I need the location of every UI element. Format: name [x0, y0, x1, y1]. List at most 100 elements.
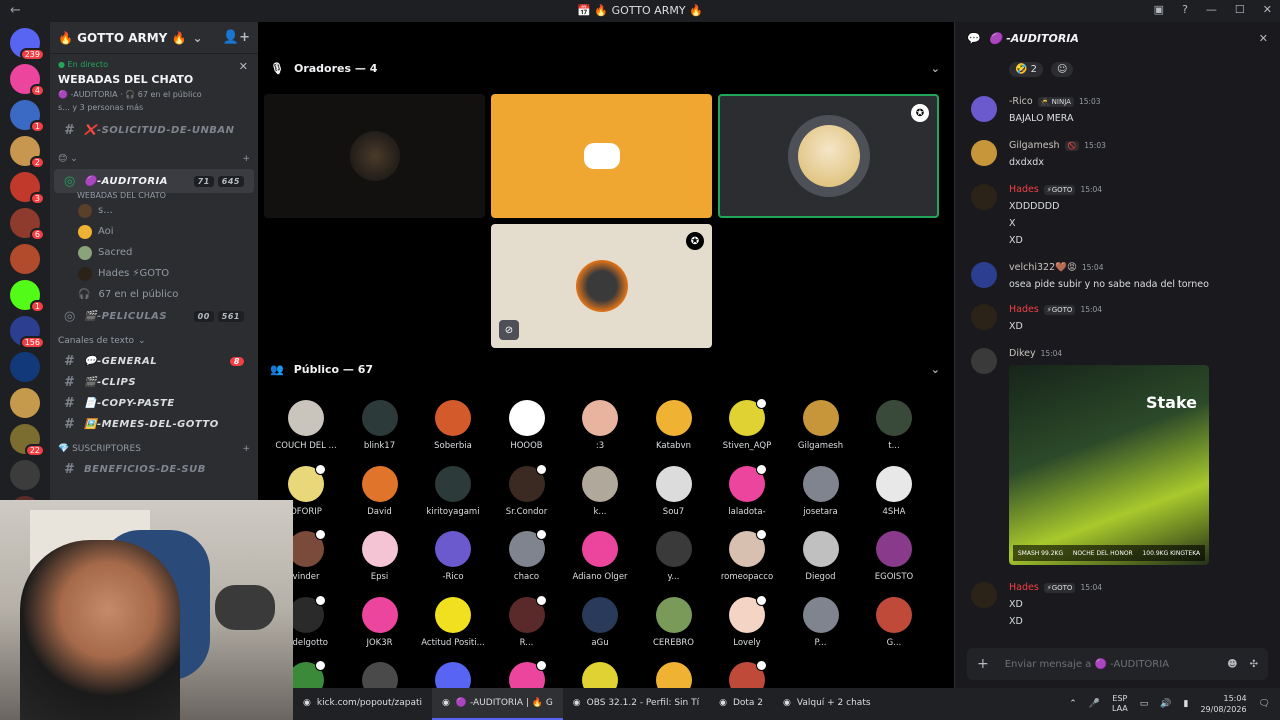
server-icon[interactable]: 2	[10, 136, 45, 169]
audience-member[interactable]	[416, 662, 490, 688]
server-icon[interactable]: 1	[10, 100, 45, 133]
audience-member[interactable]: k...	[563, 465, 637, 517]
server-icon[interactable]: 3	[10, 172, 45, 205]
audience-member[interactable]: josetara	[784, 465, 858, 517]
audience-member[interactable]	[710, 660, 784, 688]
close-button[interactable]: ✕	[1263, 3, 1272, 16]
chevron-down-icon[interactable]: ⌄	[931, 62, 940, 75]
author-avatar[interactable]	[971, 348, 997, 374]
category-subscribers[interactable]: 💎 SUSCRIPTORES +	[50, 440, 258, 458]
speaker-tile-active[interactable]: ✪	[718, 94, 939, 218]
speaker-tile[interactable]	[264, 94, 485, 218]
message-composer[interactable]: + Enviar mensaje a 🟣 -AUDITORIA ☻ ✣	[967, 648, 1268, 680]
category-emoji[interactable]: 😊 ⌄ +	[50, 150, 258, 168]
server-icon[interactable]	[10, 388, 40, 418]
speaker-tile[interactable]: ✪ ⊘	[491, 224, 712, 348]
audience-member[interactable]: aGu	[563, 596, 637, 648]
audience-member[interactable]: Gilgamesh	[784, 400, 858, 451]
audience-member[interactable]: laladota-	[710, 463, 784, 517]
text-channel[interactable]: # 🎬-CLIPS	[54, 372, 254, 392]
speakers-header[interactable]: 🎙 Oradores — 4 ⌄	[270, 62, 940, 75]
author-avatar[interactable]	[971, 96, 997, 122]
audience-member[interactable]	[343, 662, 417, 688]
audience-member[interactable]: COUCH DEL ...	[269, 400, 343, 451]
audience-header[interactable]: 👥 Público — 67 ⌄	[270, 363, 940, 376]
server-icon[interactable]: 4	[10, 64, 45, 97]
taskbar-item[interactable]: ◉ Dota 2	[709, 688, 773, 720]
author-name[interactable]: -Rico	[1009, 96, 1033, 107]
audience-member[interactable]: Soberbia	[416, 400, 490, 451]
audience-count[interactable]: 🎧 67 en el público	[50, 284, 258, 305]
audience-member[interactable]: Actitud Positi...	[416, 596, 490, 648]
taskbar-item[interactable]: ◉ OBS 32.1.2 - Perfil: Sin Tí	[563, 688, 709, 720]
battery-icon[interactable]: ▮	[1184, 699, 1189, 709]
close-icon[interactable]: ✕	[239, 60, 248, 73]
text-channel[interactable]: # 💬-GENERAL 8	[54, 351, 254, 371]
composer-placeholder[interactable]: Enviar mensaje a 🟣 -AUDITORIA	[1005, 659, 1169, 670]
audience-member[interactable]: Stiven_AQP	[710, 398, 784, 451]
audience-member[interactable]: y...	[637, 531, 711, 582]
audience-member[interactable]: blink17	[343, 400, 417, 451]
notification-icon[interactable]: 🗨	[1259, 699, 1270, 709]
author-name[interactable]: Hades	[1009, 304, 1039, 315]
audience-member[interactable]	[637, 662, 711, 688]
language-indicator[interactable]: ESP LAA	[1112, 694, 1128, 714]
stage-user[interactable]: Hades ⚡GOTO	[50, 263, 258, 284]
audience-member[interactable]: -Rico	[416, 531, 490, 582]
taskbar-item[interactable]: ◉ Valquí + 2 chats	[773, 688, 881, 720]
author-name[interactable]: velchi322🤎😡	[1009, 262, 1077, 273]
reaction-laugh[interactable]: 🤣 2	[1009, 62, 1044, 77]
audience-member[interactable]: EGOISTO	[857, 531, 931, 582]
network-icon[interactable]: ▭	[1140, 699, 1149, 709]
author-avatar[interactable]	[971, 304, 997, 330]
audience-member[interactable]: P...	[784, 596, 858, 648]
server-header[interactable]: 🔥 GOTTO ARMY 🔥 ⌄ 👤+	[50, 22, 258, 54]
server-icon[interactable]: 1	[10, 280, 45, 313]
stage-user[interactable]: Sacred	[50, 242, 258, 263]
stage-channel-auditoria[interactable]: ◎ 🟣-AUDITORIA 71 645	[54, 169, 254, 193]
audience-member[interactable]: G...	[857, 596, 931, 648]
maximize-button[interactable]: ☐	[1235, 3, 1245, 16]
audience-member[interactable]: Adiano Olger	[563, 531, 637, 582]
audience-member[interactable]: kiritoyagami	[416, 465, 490, 517]
audience-member[interactable]: romeopacco	[710, 529, 784, 582]
inbox-icon[interactable]: ▣	[1154, 3, 1164, 16]
taskbar-item[interactable]: ◉ 🟣 -AUDITORIA | 🔥 G	[432, 688, 563, 720]
audience-member[interactable]	[563, 662, 637, 688]
taskbar-item[interactable]: ◉ kick.com/popout/zapati	[293, 688, 432, 720]
plus-icon[interactable]: +	[242, 154, 250, 164]
audience-member[interactable]: HOOOB	[490, 400, 564, 451]
audience-member[interactable]: Diegod	[784, 531, 858, 582]
audience-member[interactable]: chaco	[490, 529, 564, 582]
audience-member[interactable]: 4SHA	[857, 465, 931, 517]
minimize-button[interactable]: —	[1206, 3, 1217, 16]
author-avatar[interactable]	[971, 184, 997, 210]
stage-channel-peliculas[interactable]: ◎ 🎬-PELICULAS 00 561	[54, 306, 254, 326]
author-name[interactable]: Hades	[1009, 582, 1039, 593]
audience-member[interactable]: :3	[563, 400, 637, 451]
audience-member[interactable]: R...	[490, 594, 564, 648]
server-icon[interactable]: 156	[10, 316, 45, 349]
author-avatar[interactable]	[971, 262, 997, 288]
apps-icon[interactable]: ✣	[1250, 659, 1258, 670]
help-icon[interactable]: ?	[1182, 3, 1188, 16]
audience-member[interactable]: Sou7	[637, 465, 711, 517]
image-attachment[interactable]: Stake SMASH 99.2KG NOCHE DEL HONOR 100.9KG …	[1009, 365, 1209, 565]
audience-member[interactable]: Katabvn	[637, 400, 711, 451]
audience-member[interactable]	[490, 660, 564, 688]
author-name[interactable]: Dikey	[1009, 348, 1036, 359]
channel-solicitud[interactable]: # ❌-SOLICITUD-DE-UNBAN	[54, 120, 254, 140]
server-icon[interactable]	[10, 244, 40, 274]
chevron-down-icon[interactable]: ⌄	[931, 363, 940, 376]
audience-member[interactable]: Sr.Condor	[490, 463, 564, 517]
author-name[interactable]: Gilgamesh	[1009, 140, 1060, 151]
audience-member[interactable]: Lovely	[710, 594, 784, 648]
close-icon[interactable]: ✕	[1259, 32, 1268, 45]
text-channel[interactable]: # 📄-COPY-PASTE	[54, 393, 254, 413]
plus-icon[interactable]: +	[242, 444, 250, 454]
server-icon[interactable]: 22	[10, 424, 45, 457]
mic-icon[interactable]: 🎤	[1089, 699, 1100, 709]
audience-member[interactable]: JOK3R	[343, 596, 417, 648]
plus-icon[interactable]: +	[977, 656, 989, 672]
speaker-tile[interactable]	[491, 94, 712, 218]
